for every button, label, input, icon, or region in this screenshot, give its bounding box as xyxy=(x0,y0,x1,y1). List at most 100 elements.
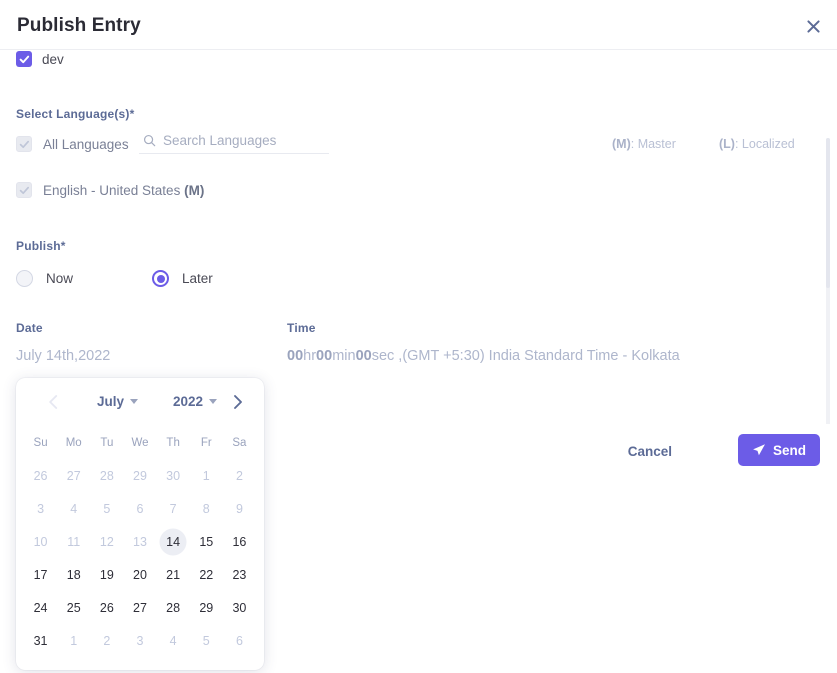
calendar-day-rows: 26 27 28 29 30 1 2 3 4 5 6 7 8 9 10 11 12 13 14 15 16 17 18 19 2… xyxy=(24,463,256,654)
calendar-day: 10 xyxy=(33,535,48,549)
search-input[interactable] xyxy=(163,133,313,148)
calendar-day: 12 xyxy=(99,535,114,549)
radio-now-label: Now xyxy=(46,271,74,286)
language-item-label: English - United States (M) xyxy=(43,183,204,198)
calendar-day: 5 xyxy=(103,502,111,516)
month-selector[interactable]: July xyxy=(97,394,139,409)
legend-localized-key: (L) xyxy=(719,137,735,151)
radio-later[interactable] xyxy=(152,270,170,287)
time-minutes-unit: min xyxy=(332,348,356,364)
time-seconds: 00 xyxy=(355,348,372,364)
calendar-day[interactable]: 19 xyxy=(90,562,123,588)
checkbox-all-languages[interactable] xyxy=(16,136,32,152)
time-hours: 00 xyxy=(287,348,304,364)
legend-localized-text: : Localized xyxy=(734,137,795,151)
calendar-day: 11 xyxy=(67,535,81,549)
all-languages-label: All Languages xyxy=(43,136,129,152)
chevron-left-icon[interactable] xyxy=(38,387,68,417)
send-button-label: Send xyxy=(772,442,806,458)
legend-master: (M): Master xyxy=(612,137,676,151)
calendar-day: 5 xyxy=(202,634,210,648)
screen: Publish Entry dev Select Language(s)* Al… xyxy=(0,0,837,673)
calendar-day: 4 xyxy=(70,502,78,516)
legend-master-text: : Master xyxy=(630,137,676,151)
modal-body: dev Select Language(s)* All Languages Se… xyxy=(0,50,837,478)
chevron-down-icon xyxy=(209,399,218,404)
calendar-week-row: 10 11 12 13 14 15 16 xyxy=(24,529,256,555)
calendar-header: July 2022 xyxy=(16,378,264,426)
time-value[interactable]: 00hr00min00sec ,(GMT +5:30) India Standa… xyxy=(287,348,680,364)
calendar-day: 2 xyxy=(235,469,243,483)
calendar-week-row: 17 18 19 20 21 22 23 xyxy=(24,562,256,588)
radio-option-later[interactable]: Later xyxy=(152,270,213,287)
calendar-week-row: 3 4 5 6 7 8 9 xyxy=(24,496,256,522)
search-languages-field[interactable] xyxy=(139,128,329,154)
calendar-weekday: Fr xyxy=(200,437,212,449)
chevron-down-icon xyxy=(130,399,139,404)
calendar-day: 26 xyxy=(33,469,48,483)
radio-later-label: Later xyxy=(182,271,213,286)
calendar-day[interactable]: 30 xyxy=(223,595,256,621)
cancel-button[interactable]: Cancel xyxy=(620,438,680,465)
chevron-right-icon[interactable] xyxy=(222,387,252,417)
calendar-day[interactable]: 17 xyxy=(24,562,57,588)
date-picker-popup: July 2022 Su Mo Tu We Th Fr Sa 26 27 28 29 30 1 2 3 4 5… xyxy=(16,378,264,670)
calendar-weekday: Th xyxy=(166,437,180,449)
calendar-weekday: Su xyxy=(33,437,48,449)
send-button[interactable]: Send xyxy=(738,434,820,466)
year-selector[interactable]: 2022 xyxy=(173,394,218,409)
calendar-week-row: 24 25 26 27 28 29 30 xyxy=(24,595,256,621)
calendar-day: 29 xyxy=(133,469,147,483)
close-icon[interactable] xyxy=(799,12,827,40)
calendar-day[interactable]: 24 xyxy=(24,595,57,621)
search-icon xyxy=(143,134,156,147)
calendar-day: 30 xyxy=(166,469,181,483)
calendar-day: 1 xyxy=(70,634,78,648)
calendar-day[interactable]: 23 xyxy=(223,562,256,588)
calendar-day: 27 xyxy=(66,469,81,483)
calendar-weekday: Tu xyxy=(100,437,114,449)
date-value[interactable]: July 14th,2022 xyxy=(16,348,110,364)
calendar-day[interactable]: 20 xyxy=(123,562,156,588)
language-item-english-united-states[interactable]: English - United States (M) xyxy=(16,182,204,198)
publish-options: Now Later xyxy=(16,270,213,287)
calendar-grid: Su Mo Tu We Th Fr Sa 26 27 28 29 30 1 2 3 4 5 6 7 8 9 10 11 12… xyxy=(24,430,256,654)
page-title: Publish Entry xyxy=(17,15,141,36)
calendar-day: 1 xyxy=(202,469,210,483)
language-badge: (M) xyxy=(184,182,205,198)
radio-now[interactable] xyxy=(16,270,33,287)
calendar-weekday: Sa xyxy=(232,437,247,449)
calendar-day[interactable]: 26 xyxy=(90,595,123,621)
calendar-day: 28 xyxy=(99,469,114,483)
legend-localized: (L): Localized xyxy=(719,137,795,151)
calendar-day[interactable]: 31 xyxy=(24,628,57,654)
calendar-day[interactable]: 21 xyxy=(157,562,190,588)
calendar-day[interactable]: 16 xyxy=(223,529,256,555)
send-plane-icon xyxy=(753,444,765,456)
checkbox-dev[interactable] xyxy=(16,51,32,67)
calendar-day[interactable]: 22 xyxy=(190,562,223,588)
calendar-day: 2 xyxy=(103,634,111,648)
calendar-weekday: We xyxy=(131,437,149,449)
environment-item-dev[interactable]: dev xyxy=(16,51,64,67)
calendar-day: 3 xyxy=(37,502,45,516)
scrollbar-thumb[interactable] xyxy=(826,138,830,288)
radio-option-now[interactable]: Now xyxy=(16,270,73,287)
calendar-weekday: Mo xyxy=(65,437,82,449)
all-languages-row[interactable]: All Languages xyxy=(16,136,129,152)
calendar-day[interactable]: 15 xyxy=(190,529,223,555)
calendar-day: 4 xyxy=(169,634,177,648)
calendar-day[interactable]: 18 xyxy=(57,562,90,588)
time-minutes: 00 xyxy=(316,348,333,364)
checkbox-language[interactable] xyxy=(16,182,32,198)
time-hours-unit: hr xyxy=(303,348,317,364)
time-label: Time xyxy=(287,321,316,335)
calendar-day[interactable]: 25 xyxy=(57,595,90,621)
calendar-day[interactable]: 14 xyxy=(157,529,190,555)
calendar-day[interactable]: 29 xyxy=(190,595,223,621)
time-seconds-unit: sec , xyxy=(371,348,403,364)
calendar-week-row: 31 1 2 3 4 5 6 xyxy=(24,628,256,654)
calendar-day[interactable]: 28 xyxy=(157,595,190,621)
calendar-day[interactable]: 27 xyxy=(123,595,156,621)
year-label: 2022 xyxy=(173,394,204,409)
